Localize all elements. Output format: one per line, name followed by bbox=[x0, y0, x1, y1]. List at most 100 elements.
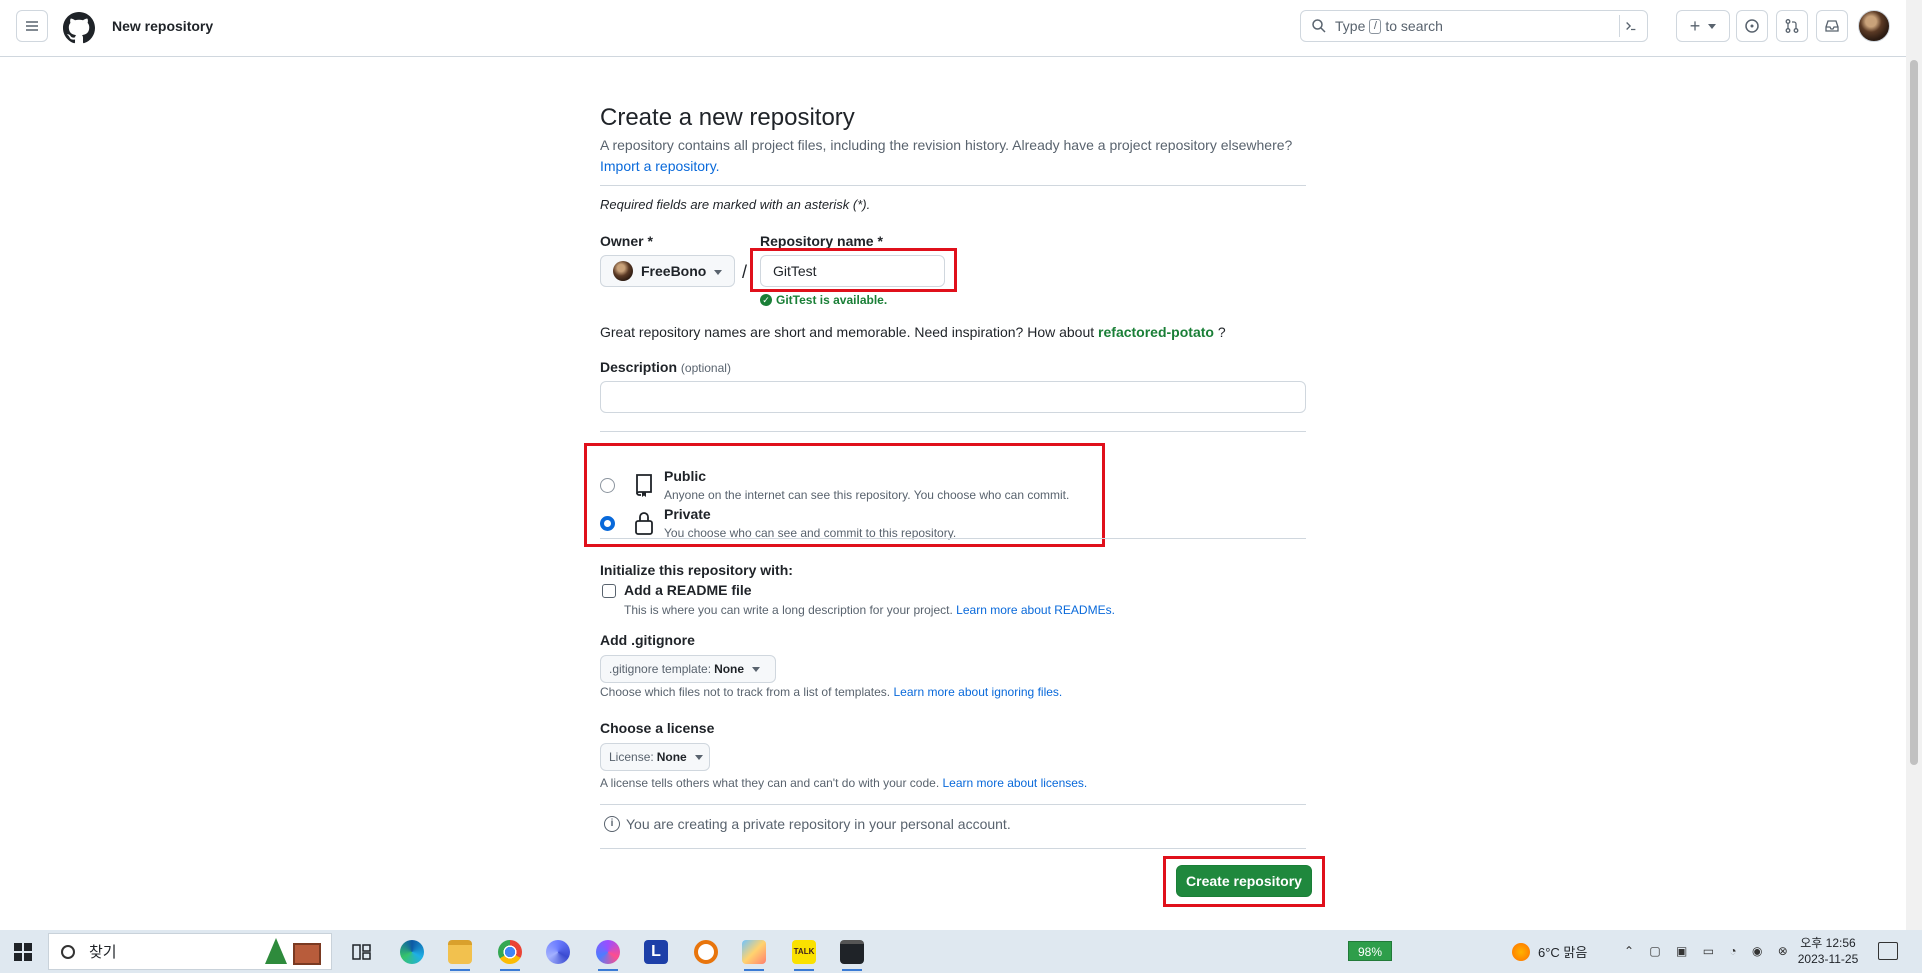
clock-time: 오후 12:56 bbox=[1800, 936, 1856, 950]
christmas-tree-icon bbox=[265, 938, 287, 964]
page-title: Create a new repository bbox=[600, 104, 855, 131]
description-label: Description (optional) bbox=[600, 359, 731, 375]
start-button[interactable] bbox=[8, 938, 38, 966]
add-readme-label[interactable]: Add a README file bbox=[624, 582, 752, 598]
notice-text: You are creating a private repository in… bbox=[626, 816, 1011, 832]
app-6[interactable] bbox=[592, 936, 624, 971]
learn-licenses-link[interactable]: Learn more about licenses. bbox=[943, 776, 1088, 790]
hamburger-menu-button[interactable] bbox=[16, 10, 48, 42]
command-palette-button[interactable] bbox=[1619, 15, 1641, 37]
issues-button[interactable] bbox=[1736, 10, 1768, 42]
windows-taskbar: 찾기 L TALK 98% 6°C 맑음 ⌃ ▢ ▣ ▭ ◔ ◉ ⊗ 오후 12… bbox=[0, 930, 1922, 973]
inspiration-end: ? bbox=[1217, 324, 1226, 340]
owner-label: Owner * bbox=[600, 233, 653, 249]
chevron-down-icon bbox=[694, 754, 703, 760]
optional-tag: (optional) bbox=[680, 361, 731, 375]
app-search-tool[interactable] bbox=[690, 936, 722, 968]
battery-indicator[interactable]: 98% bbox=[1348, 941, 1392, 961]
app-icon bbox=[596, 940, 620, 964]
availability-status: ✓ GitTest is available. bbox=[760, 293, 887, 307]
hamburger-icon bbox=[26, 21, 38, 31]
house-icon bbox=[293, 943, 321, 965]
taskbar-clock[interactable]: 오후 12:56 2023-11-25 bbox=[1796, 935, 1860, 967]
divider bbox=[600, 185, 1306, 186]
name-suggestion-link[interactable]: refactored-potato bbox=[1098, 324, 1214, 340]
divider bbox=[600, 804, 1306, 805]
gitignore-template-dropdown[interactable]: .gitignore template: None bbox=[600, 655, 776, 683]
chrome-icon bbox=[498, 940, 522, 964]
readme-description: This is where you can write a long descr… bbox=[624, 603, 1115, 617]
github-logo-icon[interactable] bbox=[63, 12, 95, 44]
chevron-down-icon bbox=[1708, 23, 1717, 29]
kakaotalk-app[interactable]: TALK bbox=[788, 936, 820, 971]
app-l[interactable]: L bbox=[640, 936, 672, 968]
chrome-app[interactable] bbox=[494, 936, 526, 971]
annotation-highlight-create-button bbox=[1163, 856, 1325, 907]
required-fields-note: Required fields are marked with an aster… bbox=[600, 197, 871, 212]
app-5[interactable] bbox=[542, 936, 574, 968]
folder-icon bbox=[448, 940, 472, 964]
terminal-app[interactable] bbox=[836, 936, 868, 971]
taskbar-search-placeholder: 찾기 bbox=[89, 944, 117, 961]
license-desc-text: A license tells others what they can and… bbox=[600, 776, 940, 790]
notification-center-icon[interactable] bbox=[1878, 942, 1898, 960]
owner-avatar bbox=[613, 261, 633, 281]
learn-readmes-link[interactable]: Learn more about READMEs. bbox=[956, 603, 1115, 617]
task-view-icon bbox=[352, 944, 371, 960]
owner-dropdown[interactable]: FreeBono bbox=[600, 255, 735, 287]
weather-sun-icon bbox=[1512, 942, 1530, 961]
create-new-button[interactable]: + bbox=[1676, 10, 1730, 42]
chevron-down-icon bbox=[714, 270, 722, 275]
search-icon bbox=[61, 944, 75, 959]
gitignore-label: Add .gitignore bbox=[600, 632, 695, 648]
divider bbox=[600, 538, 1306, 539]
file-explorer-app[interactable] bbox=[444, 936, 476, 971]
scrollbar-thumb[interactable] bbox=[1910, 60, 1918, 765]
search-shortcut-key: / bbox=[1369, 18, 1382, 34]
inbox-button[interactable] bbox=[1816, 10, 1848, 42]
availability-text: GitTest is available. bbox=[776, 293, 888, 307]
info-icon: i bbox=[604, 816, 620, 832]
user-avatar[interactable] bbox=[1858, 10, 1890, 42]
import-repository-link[interactable]: Import a repository. bbox=[600, 158, 720, 174]
search-input[interactable]: Type / to search bbox=[1300, 10, 1648, 42]
magnifier-app-icon bbox=[694, 940, 718, 964]
private-repo-notice: i You are creating a private repository … bbox=[604, 816, 1011, 832]
add-readme-checkbox[interactable] bbox=[602, 584, 616, 598]
paint-icon bbox=[742, 940, 766, 964]
system-tray-icons[interactable]: ⌃ ▢ ▣ ▭ ◔ ◉ ⊗ bbox=[1624, 944, 1794, 958]
chevron-down-icon bbox=[752, 666, 761, 672]
license-dropdown[interactable]: License: None bbox=[600, 743, 710, 771]
search-hint-suffix: to search bbox=[1385, 18, 1443, 34]
divider bbox=[600, 431, 1306, 432]
learn-ignoring-files-link[interactable]: Learn more about ignoring files. bbox=[893, 685, 1062, 699]
page-subtitle: A repository contains all project files,… bbox=[600, 137, 1293, 153]
inspiration-text: Great repository names are short and mem… bbox=[600, 324, 1095, 340]
gitignore-description: Choose which files not to track from a l… bbox=[600, 685, 1062, 699]
edge-app[interactable] bbox=[396, 936, 428, 968]
taskbar-search-box[interactable]: 찾기 bbox=[48, 933, 332, 970]
issue-icon bbox=[1745, 19, 1759, 33]
task-view-button[interactable] bbox=[346, 936, 378, 968]
terminal-icon bbox=[1625, 22, 1635, 31]
terminal-icon bbox=[840, 940, 864, 964]
edge-icon bbox=[400, 940, 424, 964]
search-icon bbox=[1312, 19, 1326, 33]
description-input[interactable] bbox=[600, 381, 1306, 413]
kakaotalk-icon: TALK bbox=[792, 940, 816, 964]
app-paint[interactable] bbox=[738, 936, 770, 971]
page-scrollbar[interactable] bbox=[1906, 0, 1922, 930]
pull-requests-button[interactable] bbox=[1776, 10, 1808, 42]
annotation-highlight-visibility bbox=[584, 443, 1105, 547]
license-description: A license tells others what they can and… bbox=[600, 776, 1087, 790]
weather-widget[interactable]: 6°C 맑음 bbox=[1512, 942, 1587, 961]
license-value: None bbox=[656, 750, 687, 764]
pull-request-icon bbox=[1785, 19, 1799, 33]
search-hint-prefix: Type bbox=[1335, 18, 1366, 34]
repository-name-label: Repository name * bbox=[760, 233, 883, 249]
name-inspiration: Great repository names are short and mem… bbox=[600, 324, 1226, 340]
gitignore-value: None bbox=[714, 662, 745, 676]
weather-text: 6°C 맑음 bbox=[1538, 945, 1588, 960]
plus-icon: + bbox=[1689, 15, 1701, 36]
owner-value: FreeBono bbox=[641, 263, 707, 279]
